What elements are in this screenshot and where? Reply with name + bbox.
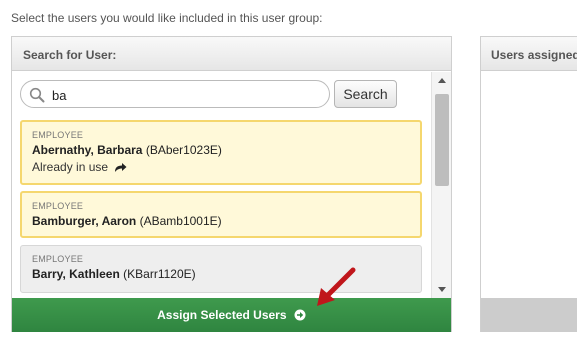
results-list[interactable]: ba Search EMPLOYEE Abernathy, Barbara (B… [12,72,431,298]
result-status-line: Already in use [32,160,420,174]
circle-arrow-right-icon [290,308,306,322]
results-scrollbar[interactable] [431,72,451,298]
result-card[interactable]: EMPLOYEE Bamburger, Aaron (ABamb1001E) [20,191,422,238]
result-type: EMPLOYEE [32,254,84,264]
result-card[interactable]: EMPLOYEE Abernathy, Barbara (BAber1023E)… [20,120,422,185]
result-type: EMPLOYEE [32,130,84,140]
result-type: EMPLOYEE [32,201,84,211]
result-id: (BAber1023E) [145,143,222,157]
assigned-panel-footer [481,298,577,332]
search-icon [29,87,45,103]
result-status: Already in use [32,160,109,174]
search-input[interactable]: ba [20,80,330,108]
result-name-line: Abernathy, Barbara (BAber1023E) [32,143,420,157]
result-name-line: Bamburger, Aaron (ABamb1001E) [32,214,420,228]
search-panel-title: Search for User: [12,37,451,71]
share-arrow-icon[interactable] [111,160,127,174]
annotation-arrow-icon [317,267,356,306]
search-button[interactable]: Search [334,80,397,108]
assign-button-label: Assign Selected Users [157,308,287,322]
result-name: Bamburger, Aaron [32,214,137,228]
result-card[interactable]: EMPLOYEE Barry, Kathleen (KBarr1120E) [20,245,422,293]
result-id: (ABamb1001E) [139,214,222,228]
assign-selected-users-button[interactable]: Assign Selected Users [12,298,451,332]
result-name: Barry, Kathleen [32,267,120,281]
search-input-value: ba [52,88,67,103]
assigned-users-panel: Users assigned [480,36,577,332]
result-id: (KBarr1120E) [123,267,196,281]
scrollbar-thumb[interactable] [435,94,449,186]
result-name: Abernathy, Barbara [32,143,143,157]
assigned-panel-title: Users assigned [481,37,577,71]
instruction-text: Select the users you would like included… [11,11,323,25]
scroll-up-icon[interactable] [438,78,446,83]
result-name-line: Barry, Kathleen (KBarr1120E) [32,267,421,281]
scroll-down-icon[interactable] [438,287,446,292]
search-user-panel: Search for User: ba Search EMPLOYEE Aber… [11,36,452,332]
